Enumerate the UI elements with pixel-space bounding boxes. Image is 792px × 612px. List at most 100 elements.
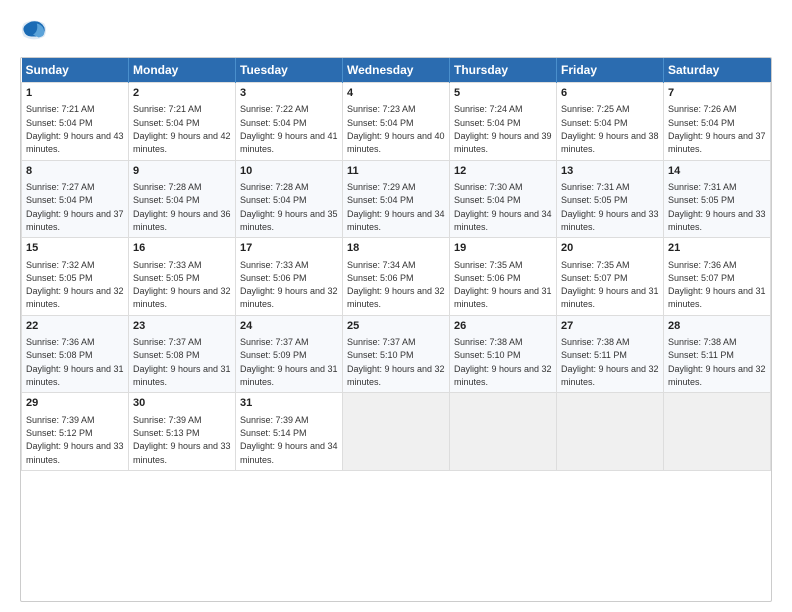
header (20, 16, 772, 49)
day-number: 15 (26, 241, 124, 256)
day-number: 10 (240, 164, 338, 179)
day-cell: 28Sunrise: 7:38 AMSunset: 5:11 PMDayligh… (664, 315, 771, 393)
day-cell: 24 Sunrise: 7:37 AMSunset: 5:09 PMDayligh… (236, 315, 343, 393)
day-content: Sunrise: 7:28 AMSunset: 5:04 PMDaylight:… (240, 182, 338, 232)
day-number: 8 (26, 164, 124, 179)
day-number: 31 (240, 396, 338, 411)
logo-icon (20, 16, 48, 49)
day-number: 7 (668, 86, 766, 101)
day-content: Sunrise: 7:26 AMSunset: 5:04 PMDaylight:… (668, 104, 766, 154)
day-cell: 1 Sunrise: 7:21 AMSunset: 5:04 PMDaylight… (22, 83, 129, 161)
day-content: Sunrise: 7:33 AMSunset: 5:06 PMDaylight:… (240, 260, 338, 310)
week-row-1: 1 Sunrise: 7:21 AMSunset: 5:04 PMDaylight… (22, 83, 771, 161)
day-number: 27 (561, 319, 659, 334)
day-cell: 22 Sunrise: 7:36 AMSunset: 5:08 PMDayligh… (22, 315, 129, 393)
week-row-2: 8Sunrise: 7:27 AMSunset: 5:04 PMDaylight… (22, 160, 771, 238)
day-cell: 29Sunrise: 7:39 AMSunset: 5:12 PMDayligh… (22, 393, 129, 471)
day-content: Sunrise: 7:31 AMSunset: 5:05 PMDaylight:… (561, 182, 659, 232)
day-content: Sunrise: 7:31 AMSunset: 5:05 PMDaylight:… (668, 182, 766, 232)
day-content: Sunrise: 7:28 AMSunset: 5:04 PMDaylight:… (133, 182, 231, 232)
day-cell: 4Sunrise: 7:23 AMSunset: 5:04 PMDaylight… (343, 83, 450, 161)
day-cell: 8Sunrise: 7:27 AMSunset: 5:04 PMDaylight… (22, 160, 129, 238)
day-cell: 6Sunrise: 7:25 AMSunset: 5:04 PMDaylight… (557, 83, 664, 161)
day-cell: 15 Sunrise: 7:32 AMSunset: 5:05 PMDayligh… (22, 238, 129, 316)
day-number: 1 (26, 86, 124, 101)
day-content: Sunrise: 7:35 AMSunset: 5:06 PMDaylight:… (454, 260, 552, 310)
day-number: 14 (668, 164, 766, 179)
day-number: 4 (347, 86, 445, 101)
day-content: Sunrise: 7:21 AMSunset: 5:04 PMDaylight:… (26, 104, 124, 154)
day-content: Sunrise: 7:22 AMSunset: 5:04 PMDaylight:… (240, 104, 338, 154)
day-content: Sunrise: 7:21 AMSunset: 5:04 PMDaylight:… (133, 104, 231, 154)
day-number: 19 (454, 241, 552, 256)
day-cell: 23 Sunrise: 7:37 AMSunset: 5:08 PMDayligh… (129, 315, 236, 393)
day-number: 28 (668, 319, 766, 334)
col-header-monday: Monday (129, 58, 236, 83)
col-header-wednesday: Wednesday (343, 58, 450, 83)
day-number: 16 (133, 241, 231, 256)
col-header-thursday: Thursday (450, 58, 557, 83)
day-cell: 11 Sunrise: 7:29 AMSunset: 5:04 PMDayligh… (343, 160, 450, 238)
week-row-3: 15 Sunrise: 7:32 AMSunset: 5:05 PMDayligh… (22, 238, 771, 316)
col-header-friday: Friday (557, 58, 664, 83)
col-header-tuesday: Tuesday (236, 58, 343, 83)
day-cell: 2 Sunrise: 7:21 AMSunset: 5:04 PMDaylight… (129, 83, 236, 161)
day-content: Sunrise: 7:33 AMSunset: 5:05 PMDaylight:… (133, 260, 231, 310)
day-number: 29 (26, 396, 124, 411)
day-content: Sunrise: 7:36 AMSunset: 5:07 PMDaylight:… (668, 260, 766, 310)
day-content: Sunrise: 7:37 AMSunset: 5:09 PMDaylight:… (240, 337, 338, 387)
day-number: 13 (561, 164, 659, 179)
header-row: SundayMondayTuesdayWednesdayThursdayFrid… (22, 58, 771, 83)
day-cell: 14 Sunrise: 7:31 AMSunset: 5:05 PMDayligh… (664, 160, 771, 238)
day-number: 18 (347, 241, 445, 256)
day-cell (557, 393, 664, 471)
calendar: SundayMondayTuesdayWednesdayThursdayFrid… (20, 57, 772, 602)
day-number: 30 (133, 396, 231, 411)
day-content: Sunrise: 7:37 AMSunset: 5:10 PMDaylight:… (347, 337, 445, 387)
day-content: Sunrise: 7:36 AMSunset: 5:08 PMDaylight:… (26, 337, 124, 387)
day-cell: 7 Sunrise: 7:26 AMSunset: 5:04 PMDaylight… (664, 83, 771, 161)
day-cell: 31Sunrise: 7:39 AMSunset: 5:14 PMDayligh… (236, 393, 343, 471)
day-content: Sunrise: 7:34 AMSunset: 5:06 PMDaylight:… (347, 260, 445, 310)
day-cell: 16 Sunrise: 7:33 AMSunset: 5:05 PMDayligh… (129, 238, 236, 316)
day-number: 25 (347, 319, 445, 334)
day-number: 24 (240, 319, 338, 334)
day-cell: 26 Sunrise: 7:38 AMSunset: 5:10 PMDayligh… (450, 315, 557, 393)
day-cell: 5Sunrise: 7:24 AMSunset: 5:04 PMDaylight… (450, 83, 557, 161)
day-cell: 9 Sunrise: 7:28 AMSunset: 5:04 PMDaylight… (129, 160, 236, 238)
day-content: Sunrise: 7:25 AMSunset: 5:04 PMDaylight:… (561, 104, 659, 154)
day-content: Sunrise: 7:39 AMSunset: 5:13 PMDaylight:… (133, 415, 231, 465)
day-cell: 30 Sunrise: 7:39 AMSunset: 5:13 PMDayligh… (129, 393, 236, 471)
day-number: 17 (240, 241, 338, 256)
day-cell: 19 Sunrise: 7:35 AMSunset: 5:06 PMDayligh… (450, 238, 557, 316)
day-content: Sunrise: 7:37 AMSunset: 5:08 PMDaylight:… (133, 337, 231, 387)
day-cell (450, 393, 557, 471)
day-cell: 20 Sunrise: 7:35 AMSunset: 5:07 PMDayligh… (557, 238, 664, 316)
day-content: Sunrise: 7:29 AMSunset: 5:04 PMDaylight:… (347, 182, 445, 232)
day-cell (664, 393, 771, 471)
day-cell: 18 Sunrise: 7:34 AMSunset: 5:06 PMDayligh… (343, 238, 450, 316)
week-row-4: 22 Sunrise: 7:36 AMSunset: 5:08 PMDayligh… (22, 315, 771, 393)
day-cell: 3 Sunrise: 7:22 AMSunset: 5:04 PMDaylight… (236, 83, 343, 161)
day-number: 20 (561, 241, 659, 256)
day-number: 11 (347, 164, 445, 179)
day-content: Sunrise: 7:35 AMSunset: 5:07 PMDaylight:… (561, 260, 659, 310)
logo (20, 16, 52, 49)
day-number: 26 (454, 319, 552, 334)
page: SundayMondayTuesdayWednesdayThursdayFrid… (0, 0, 792, 612)
day-content: Sunrise: 7:32 AMSunset: 5:05 PMDaylight:… (26, 260, 124, 310)
day-cell: 13 Sunrise: 7:31 AMSunset: 5:05 PMDayligh… (557, 160, 664, 238)
day-number: 2 (133, 86, 231, 101)
day-number: 22 (26, 319, 124, 334)
week-row-5: 29Sunrise: 7:39 AMSunset: 5:12 PMDayligh… (22, 393, 771, 471)
day-content: Sunrise: 7:38 AMSunset: 5:10 PMDaylight:… (454, 337, 552, 387)
day-number: 3 (240, 86, 338, 101)
day-content: Sunrise: 7:38 AMSunset: 5:11 PMDaylight:… (561, 337, 659, 387)
day-cell: 21Sunrise: 7:36 AMSunset: 5:07 PMDayligh… (664, 238, 771, 316)
col-header-sunday: Sunday (22, 58, 129, 83)
day-number: 9 (133, 164, 231, 179)
day-number: 23 (133, 319, 231, 334)
day-cell: 25 Sunrise: 7:37 AMSunset: 5:10 PMDayligh… (343, 315, 450, 393)
day-content: Sunrise: 7:24 AMSunset: 5:04 PMDaylight:… (454, 104, 552, 154)
day-cell: 27 Sunrise: 7:38 AMSunset: 5:11 PMDayligh… (557, 315, 664, 393)
